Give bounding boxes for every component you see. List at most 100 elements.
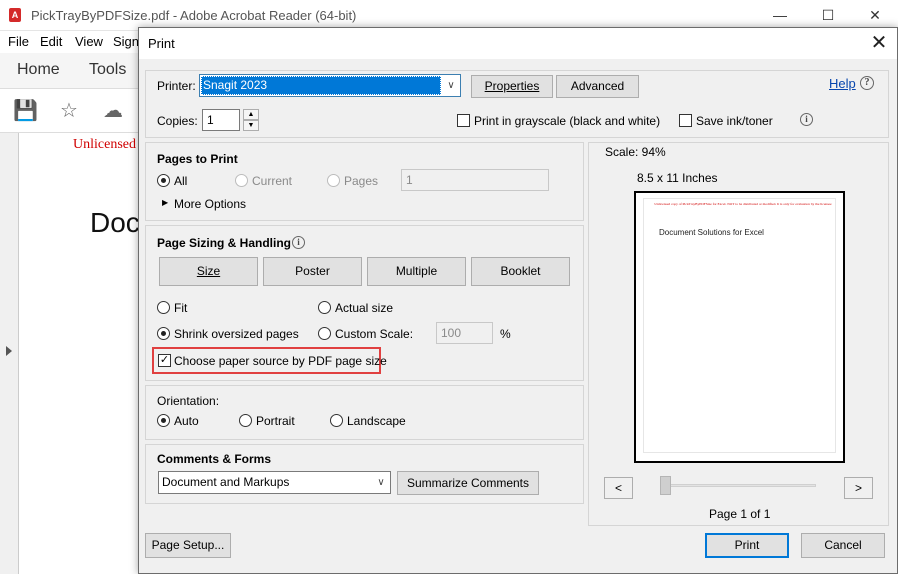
print-button[interactable]: Print — [705, 533, 789, 558]
navigation-pane-strip — [0, 133, 19, 574]
minimize-icon[interactable]: — — [760, 4, 800, 26]
copies-increment-icon[interactable]: ▲ — [243, 109, 259, 120]
booklet-button[interactable]: Booklet — [471, 257, 570, 286]
custom-scale-radio[interactable] — [318, 327, 331, 340]
custom-scale-label: Custom Scale: — [335, 327, 414, 341]
fit-radio[interactable] — [157, 301, 170, 314]
pages-range-input[interactable]: 1 — [401, 169, 549, 191]
preview-sheet: Unlicensed copy of PickTrayByPDFSize for… — [643, 198, 836, 453]
dialog-titlebar: Print ✕ — [139, 28, 897, 59]
grayscale-checkbox[interactable] — [457, 114, 470, 127]
all-pages-label: All — [174, 174, 188, 188]
portrait-label: Portrait — [256, 414, 295, 428]
page-sizing-panel: Page Sizing & Handling i Size Poster Mul… — [145, 225, 584, 381]
save-icon[interactable]: 💾 — [13, 99, 38, 123]
copies-decrement-icon[interactable]: ▼ — [243, 120, 259, 131]
pages-to-print-heading: Pages to Print — [157, 152, 238, 166]
menu-edit[interactable]: Edit — [40, 34, 62, 49]
scale-label: Scale: 94% — [605, 145, 666, 159]
portrait-radio[interactable] — [239, 414, 252, 427]
page-indicator: Page 1 of 1 — [709, 507, 771, 521]
comments-forms-heading: Comments & Forms — [157, 452, 272, 466]
orientation-panel: Orientation: Auto Portrait Landscape — [145, 385, 584, 440]
shrink-oversized-label: Shrink oversized pages — [174, 327, 299, 341]
maximize-icon[interactable]: ☐ — [808, 4, 848, 26]
page-setup-button[interactable]: Page Setup... — [145, 533, 231, 558]
fit-label: Fit — [174, 301, 188, 315]
printer-panel: Printer: Snagit 2023 ∨ Properties Advanc… — [145, 70, 889, 138]
pages-to-print-panel: Pages to Print All Current Pages 1 ▶ Mor… — [145, 142, 584, 221]
chevron-down-icon: ∨ — [377, 477, 385, 488]
page-preview: Unlicensed copy of PickTrayByPDFSize for… — [634, 191, 845, 463]
paper-source-label: Choose paper source by PDF page size — [174, 354, 387, 368]
auto-orientation-label: Auto — [174, 414, 199, 428]
tab-tools[interactable]: Tools — [89, 61, 126, 79]
preview-body-text: Document Solutions for Excel — [659, 228, 764, 237]
app-toolbar: 💾 ☆ ☁ — [0, 89, 140, 133]
help-question-icon[interactable]: ? — [860, 76, 874, 90]
expand-triangle-icon[interactable]: ▶ — [162, 198, 168, 207]
custom-scale-input[interactable]: 100 — [436, 322, 493, 344]
multiple-button[interactable]: Multiple — [367, 257, 466, 286]
pages-range-label: Pages — [344, 174, 379, 188]
menu-bar: File Edit View Sign — [0, 31, 140, 53]
sizing-info-icon[interactable]: i — [292, 236, 305, 249]
info-icon[interactable]: i — [800, 113, 813, 126]
page-slider-thumb[interactable] — [660, 476, 671, 495]
printer-select[interactable]: Snagit 2023 ∨ — [199, 74, 461, 97]
shrink-oversized-radio[interactable] — [157, 327, 170, 340]
copies-input[interactable]: 1 — [202, 109, 240, 131]
star-icon[interactable]: ☆ — [57, 99, 81, 123]
pages-range-radio[interactable] — [327, 174, 340, 187]
paper-size-label: 8.5 x 11 Inches — [637, 171, 718, 185]
landscape-radio[interactable] — [330, 414, 343, 427]
all-pages-radio[interactable] — [157, 174, 170, 187]
comments-forms-select[interactable]: Document and Markups ∨ — [158, 471, 391, 494]
document-page: Unlicensed Doc — [20, 133, 140, 574]
auto-orientation-radio[interactable] — [157, 414, 170, 427]
tab-home[interactable]: Home — [17, 61, 60, 79]
page-sizing-heading: Page Sizing & Handling — [157, 236, 292, 250]
landscape-label: Landscape — [347, 414, 406, 428]
menu-sign[interactable]: Sign — [113, 34, 139, 49]
watermark-text: Unlicensed — [73, 137, 136, 152]
page-slider-track[interactable] — [666, 484, 816, 487]
more-options-link[interactable]: More Options — [174, 197, 246, 211]
current-page-label: Current — [252, 174, 293, 188]
expand-pane-icon[interactable] — [6, 346, 12, 356]
comments-forms-panel: Comments & Forms Document and Markups ∨ … — [145, 444, 584, 504]
percent-label: % — [500, 327, 511, 341]
pdf-file-icon: A — [9, 8, 21, 22]
poster-button[interactable]: Poster — [263, 257, 362, 286]
paper-source-checkbox[interactable]: ✓ — [158, 354, 171, 367]
printer-selected-value: Snagit 2023 — [203, 78, 268, 92]
menu-view[interactable]: View — [75, 34, 103, 49]
dialog-title: Print — [148, 36, 175, 51]
chevron-down-icon: ∨ — [447, 80, 455, 91]
close-icon[interactable]: ✕ — [864, 30, 894, 56]
print-dialog: Print ✕ Printer: Snagit 2023 ∨ Propertie… — [138, 27, 898, 574]
size-button[interactable]: Size — [159, 257, 258, 286]
advanced-button[interactable]: Advanced — [556, 75, 639, 98]
app-window-title: PickTrayByPDFSize.pdf - Adobe Acrobat Re… — [31, 8, 357, 23]
close-app-icon[interactable]: ✕ — [855, 4, 895, 26]
save-ink-checkbox[interactable] — [679, 114, 692, 127]
properties-button[interactable]: Properties — [471, 75, 553, 98]
current-page-radio[interactable] — [235, 174, 248, 187]
cloud-upload-icon[interactable]: ☁ — [101, 99, 125, 123]
preview-watermark-text: Unlicensed copy of PickTrayByPDFSize for… — [654, 202, 832, 206]
grayscale-label: Print in grayscale (black and white) — [474, 114, 661, 128]
menu-file[interactable]: File — [8, 34, 29, 49]
previous-page-button[interactable]: < — [604, 477, 633, 499]
next-page-button[interactable]: > — [844, 477, 873, 499]
copies-label: Copies: — [157, 114, 198, 128]
comments-forms-value: Document and Markups — [162, 475, 290, 489]
document-heading: Doc — [90, 207, 140, 238]
cancel-button[interactable]: Cancel — [801, 533, 885, 558]
printer-label: Printer: — [157, 79, 196, 93]
help-link[interactable]: Help — [829, 76, 856, 91]
save-ink-label: Save ink/toner — [696, 114, 773, 128]
preview-panel: Scale: 94% 8.5 x 11 Inches Unlicensed co… — [588, 142, 889, 526]
actual-size-radio[interactable] — [318, 301, 331, 314]
summarize-comments-button[interactable]: Summarize Comments — [397, 471, 539, 495]
